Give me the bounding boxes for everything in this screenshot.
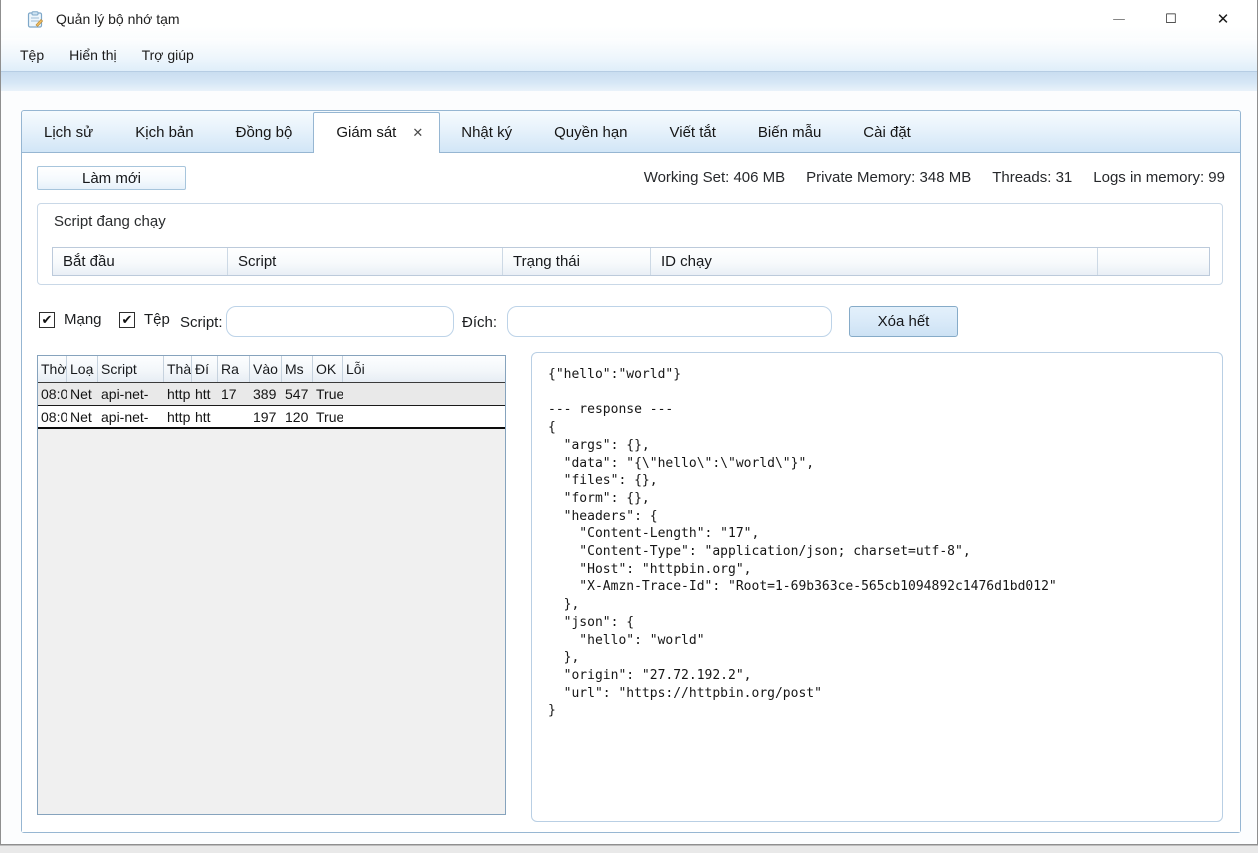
menu-file[interactable]: Tệp bbox=[11, 41, 53, 69]
tab-settings[interactable]: Cài đặt bbox=[842, 114, 932, 152]
tab-sync[interactable]: Đồng bộ bbox=[215, 114, 314, 152]
log-cell: htt bbox=[192, 406, 218, 427]
log-col-ok[interactable]: OK bbox=[313, 356, 343, 382]
log-cell: htt bbox=[192, 383, 218, 405]
close-button[interactable]: ✕ bbox=[1197, 3, 1249, 35]
network-checkbox[interactable]: ✔ Mạng bbox=[39, 311, 102, 328]
log-cell: 389 bbox=[250, 383, 282, 405]
file-checkbox-label: Tệp bbox=[144, 311, 170, 328]
log-cell: Net bbox=[67, 406, 98, 427]
log-cell bbox=[343, 383, 505, 405]
content-area: Lịch sử Kịch bản Đồng bộ Giám sát ✕ Nhật… bbox=[1, 91, 1257, 844]
minimize-button[interactable]: — bbox=[1093, 3, 1145, 35]
menu-help[interactable]: Trợ giúp bbox=[133, 41, 203, 69]
log-table-header: Thờ Loạ Script Thà Đí Ra Vào Ms OK Lỗi bbox=[38, 356, 505, 383]
log-col-error[interactable]: Lỗi bbox=[343, 356, 505, 382]
log-table[interactable]: Thờ Loạ Script Thà Đí Ra Vào Ms OK Lỗi 0… bbox=[37, 355, 506, 815]
tab-logs[interactable]: Nhật ký bbox=[440, 114, 533, 152]
tab-close-icon[interactable]: ✕ bbox=[412, 126, 423, 139]
running-scripts-title: Script đang chạy bbox=[54, 213, 166, 230]
tab-shortcuts[interactable]: Viết tắt bbox=[649, 114, 737, 152]
maximize-button[interactable]: ☐ bbox=[1145, 3, 1197, 35]
app-window: Quản lý bộ nhớ tạm — ☐ ✕ Tệp Hiển thị Tr… bbox=[0, 0, 1258, 845]
menubar: Tệp Hiển thị Trợ giúp bbox=[1, 38, 1257, 71]
tab-monitor[interactable]: Giám sát ✕ bbox=[313, 112, 440, 153]
stat-private-memory: Private Memory: 348 MB bbox=[806, 169, 971, 186]
monitor-tab-page: Làm mới Working Set: 406 MB Private Memo… bbox=[22, 153, 1240, 832]
tab-permissions[interactable]: Quyền hạn bbox=[533, 114, 648, 152]
tab-templates[interactable]: Biến mẫu bbox=[737, 114, 842, 152]
col-header-empty bbox=[1098, 248, 1209, 275]
log-cell: 547 bbox=[282, 383, 313, 405]
log-cell: http bbox=[164, 383, 192, 405]
memory-stats: Working Set: 406 MB Private Memory: 348 … bbox=[644, 169, 1225, 186]
clipboard-app-icon bbox=[27, 11, 44, 28]
tab-strip: Lịch sử Kịch bản Đồng bộ Giám sát ✕ Nhật… bbox=[22, 111, 1240, 153]
toolbar-band bbox=[1, 71, 1257, 91]
col-header-run-id[interactable]: ID chạy bbox=[651, 248, 1098, 275]
log-row-2[interactable]: 08:0 Net api-net- http htt 197 120 True bbox=[38, 406, 505, 429]
script-filter-input[interactable] bbox=[226, 306, 454, 337]
window-title: Quản lý bộ nhớ tạm bbox=[56, 11, 180, 27]
filter-row: ✔ Mạng ✔ Tệp Script: Đích: Xóa hết bbox=[22, 306, 1240, 338]
file-checkbox[interactable]: ✔ Tệp bbox=[119, 311, 170, 328]
network-check-icon[interactable]: ✔ bbox=[39, 312, 55, 328]
running-scripts-header: Bắt đầu Script Trạng thái ID chạy bbox=[52, 247, 1210, 276]
log-cell: 08:0 bbox=[38, 406, 67, 427]
stat-working-set: Working Set: 406 MB bbox=[644, 169, 785, 186]
script-filter-label: Script: bbox=[180, 314, 223, 331]
refresh-button[interactable]: Làm mới bbox=[37, 166, 186, 190]
detail-response-text: {"hello":"world"} --- response --- { "ar… bbox=[548, 366, 1206, 720]
tab-monitor-label: Giám sát bbox=[336, 124, 396, 141]
log-cell: http bbox=[164, 406, 192, 427]
log-cell: api-net- bbox=[98, 383, 164, 405]
log-cell bbox=[343, 406, 505, 427]
stat-threads: Threads: 31 bbox=[992, 169, 1072, 186]
log-cell: 08:0 bbox=[38, 383, 67, 405]
log-col-type[interactable]: Loạ bbox=[67, 356, 98, 382]
log-cell: 120 bbox=[282, 406, 313, 427]
dest-filter-input[interactable] bbox=[507, 306, 832, 337]
log-col-dest[interactable]: Đí bbox=[192, 356, 218, 382]
dest-filter-label: Đích: bbox=[462, 314, 497, 331]
desktop-strip bbox=[0, 845, 1258, 853]
file-check-icon[interactable]: ✔ bbox=[119, 312, 135, 328]
tab-history[interactable]: Lịch sử bbox=[23, 114, 114, 152]
log-col-in[interactable]: Vào bbox=[250, 356, 282, 382]
log-col-script[interactable]: Script bbox=[98, 356, 164, 382]
log-col-out[interactable]: Ra bbox=[218, 356, 250, 382]
window-controls: — ☐ ✕ bbox=[1093, 0, 1249, 38]
log-cell: True bbox=[313, 406, 343, 427]
tab-control: Lịch sử Kịch bản Đồng bộ Giám sát ✕ Nhật… bbox=[21, 110, 1241, 833]
detail-response-panel[interactable]: {"hello":"world"} --- response --- { "ar… bbox=[531, 352, 1223, 822]
log-cell: Net bbox=[67, 383, 98, 405]
log-col-time[interactable]: Thờ bbox=[38, 356, 67, 382]
log-cell bbox=[218, 406, 250, 427]
col-header-status[interactable]: Trạng thái bbox=[503, 248, 651, 275]
log-col-ms[interactable]: Ms bbox=[282, 356, 313, 382]
clear-all-button[interactable]: Xóa hết bbox=[849, 306, 958, 337]
menu-view[interactable]: Hiển thị bbox=[60, 41, 125, 69]
log-row-1[interactable]: 08:0 Net api-net- http htt 17 389 547 Tr… bbox=[38, 383, 505, 406]
titlebar: Quản lý bộ nhớ tạm — ☐ ✕ bbox=[1, 0, 1257, 38]
tab-scripts[interactable]: Kịch bản bbox=[114, 114, 214, 152]
network-checkbox-label: Mạng bbox=[64, 311, 102, 328]
stat-logs-in-memory: Logs in memory: 99 bbox=[1093, 169, 1225, 186]
running-scripts-groupbox: Script đang chạy Bắt đầu Script Trạng th… bbox=[37, 203, 1223, 285]
col-header-start[interactable]: Bắt đầu bbox=[53, 248, 228, 275]
log-cell: 197 bbox=[250, 406, 282, 427]
col-header-script[interactable]: Script bbox=[228, 248, 503, 275]
log-cell: True bbox=[313, 383, 343, 405]
log-cell: api-net- bbox=[98, 406, 164, 427]
log-cell: 17 bbox=[218, 383, 250, 405]
log-col-action[interactable]: Thà bbox=[164, 356, 192, 382]
